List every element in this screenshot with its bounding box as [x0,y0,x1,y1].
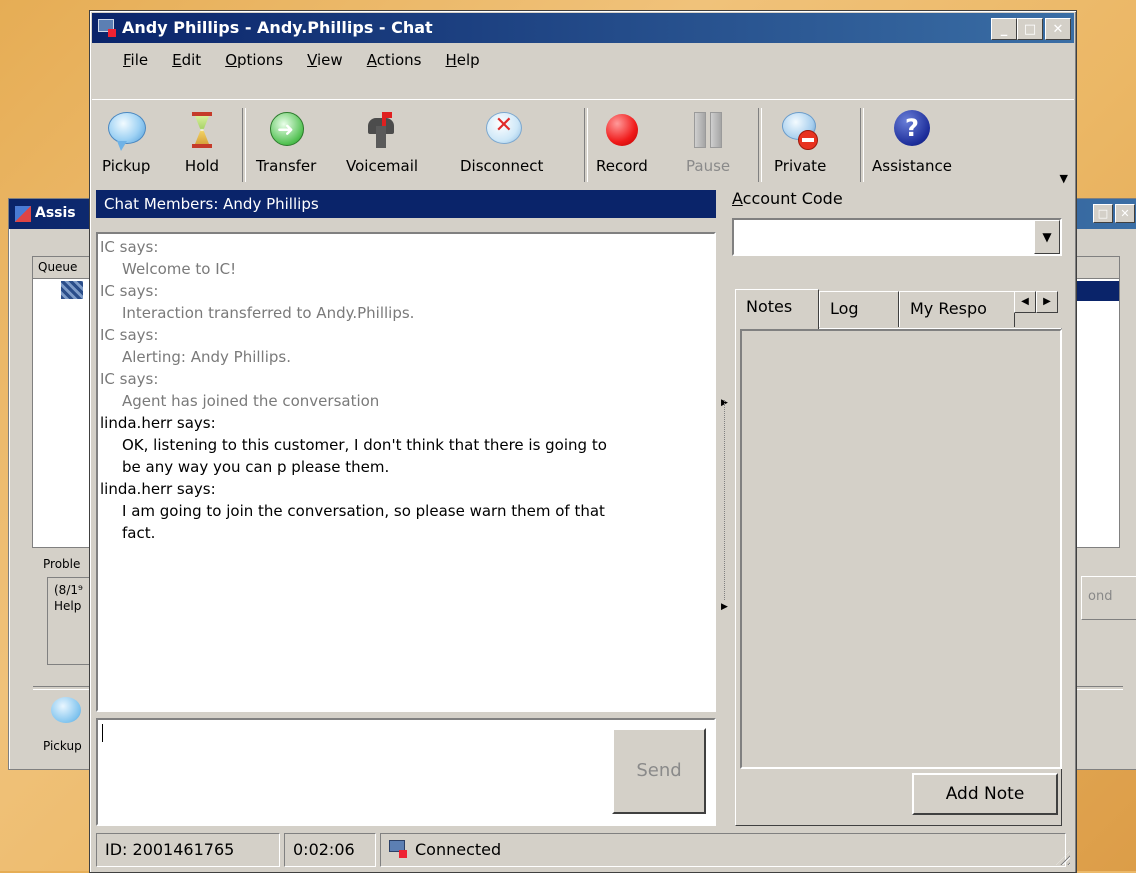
splitter-arrow-icon[interactable]: ▶ [721,602,728,612]
speech-bubble-icon [108,112,147,151]
tab-log[interactable]: Log [819,291,899,327]
queue-item-icon[interactable] [61,281,83,299]
connection-state: Connected [415,840,502,859]
message-text: Alerting: Andy Phillips. [122,348,291,366]
chat-transcript[interactable]: IC says: Welcome to IC! IC says: Interactio… [96,232,716,712]
minimize-button[interactable]: _ [991,18,1017,40]
message-text: OK, listening to this customer, I don't … [122,436,607,454]
pickup-label[interactable]: Pickup [43,739,82,753]
account-code-label: Account Code [732,189,843,208]
interaction-id: ID: 2001461765 [96,833,280,867]
menu-bar: File Edit Options View Actions Help [92,44,1074,76]
disconnect-button[interactable]: ✕ Disconnect [460,104,543,188]
chat-message: IC says: Alerting: Andy Phillips. [100,324,714,368]
send-button[interactable]: Send [612,728,706,814]
message-text: be any way you can p please them. [122,458,390,476]
assistance-title: Assis [35,205,76,221]
pickup-icon[interactable] [51,697,81,723]
maximize-button[interactable]: □ [1017,18,1043,40]
account-code-combobox[interactable]: ▼ [732,218,1062,256]
status-bar: ID: 2001461765 0:02:06 Connected [92,831,1074,869]
window-title: Andy Phillips - Andy.Phillips - Chat [122,18,433,37]
app-icon [15,206,31,222]
problem-label: Proble [43,557,81,571]
toolbar: Pickup Hold ➜ Transfer Voicemail ✕ Disco… [92,99,1074,192]
call-duration: 0:02:06 [284,833,376,867]
hold-button[interactable]: Hold [182,104,222,188]
chat-members-header: Chat Members: Andy Phillips [96,190,716,218]
chat-message: linda.herr says: I am going to join the c… [100,478,714,544]
message-sender: IC says: [100,370,159,388]
title-bar[interactable]: Andy Phillips - Andy.Phillips - Chat _ □… [92,13,1074,43]
message-text: Agent has joined the conversation [122,392,380,410]
connection-status: Connected [380,833,1066,867]
message-sender: IC says: [100,326,159,344]
pane-splitter[interactable]: ▶ ▶ [720,190,730,826]
transfer-button[interactable]: ➜ Transfer [256,104,316,188]
toolbar-separator [242,108,246,182]
pause-button[interactable]: Pause [686,104,730,188]
menu-help[interactable]: Help [445,51,479,69]
notes-textarea[interactable] [740,329,1062,769]
help-icon: ? [893,110,930,146]
menu-actions[interactable]: Actions [367,51,422,69]
menu-file[interactable]: File [123,51,148,69]
tab-my-responses[interactable]: My Respo [899,291,1015,327]
menu-view[interactable]: View [307,51,343,69]
message-text: fact. [122,524,156,542]
close-button[interactable]: ✕ [1045,18,1071,40]
menu-options[interactable]: Options [225,51,283,69]
menu-edit[interactable]: Edit [172,51,201,69]
private-button[interactable]: Private [774,104,826,188]
pause-icon [694,112,723,148]
transfer-arrow-icon: ➜ [270,112,305,146]
chat-message: IC says: Agent has joined the conversatio… [100,368,714,412]
mailbox-icon [368,112,396,148]
message-text: Interaction transferred to Andy.Phillips… [122,304,415,322]
chat-message: IC says: Interaction transferred to Andy.… [100,280,714,324]
tab-scroll-left-icon[interactable]: ◀ [1014,291,1036,313]
toolbar-overflow-icon[interactable]: ▼ [1060,172,1068,185]
hourglass-icon [192,112,212,148]
disconnect-icon: ✕ [485,112,522,144]
dropdown-arrow-icon[interactable]: ▼ [1034,220,1060,254]
message-text: I am going to join the conversation, so … [122,502,605,520]
record-button[interactable]: Record [596,104,648,188]
chat-app-icon[interactable] [98,19,116,37]
maximize-button[interactable]: □ [1093,204,1113,223]
chat-window: Andy Phillips - Andy.Phillips - Chat _ □… [89,10,1077,873]
toolbar-separator [584,108,588,182]
message-sender: IC says: [100,238,159,256]
text-caret [102,724,103,742]
tab-scroll: ◀ ▶ [1014,291,1058,313]
message-sender: linda.herr says: [100,414,216,432]
respond-button[interactable]: ond [1081,576,1136,620]
tab-notes[interactable]: Notes [735,289,819,329]
add-note-button[interactable]: Add Note [912,773,1058,815]
record-icon [605,114,638,146]
connection-icon [389,840,409,858]
message-text: Welcome to IC! [122,260,237,278]
chat-message: IC says: Welcome to IC! [100,236,714,280]
close-button[interactable]: ✕ [1115,204,1135,223]
pickup-button[interactable]: Pickup [102,104,150,188]
private-icon [782,112,819,150]
toolbar-separator [860,108,864,182]
message-sender: IC says: [100,282,159,300]
voicemail-button[interactable]: Voicemail [346,104,418,188]
chat-message: linda.herr says: OK, listening to this cu… [100,412,714,478]
toolbar-separator [758,108,762,182]
message-sender: linda.herr says: [100,480,216,498]
tab-scroll-right-icon[interactable]: ▶ [1036,291,1058,313]
assistance-button[interactable]: ? Assistance [872,104,952,188]
